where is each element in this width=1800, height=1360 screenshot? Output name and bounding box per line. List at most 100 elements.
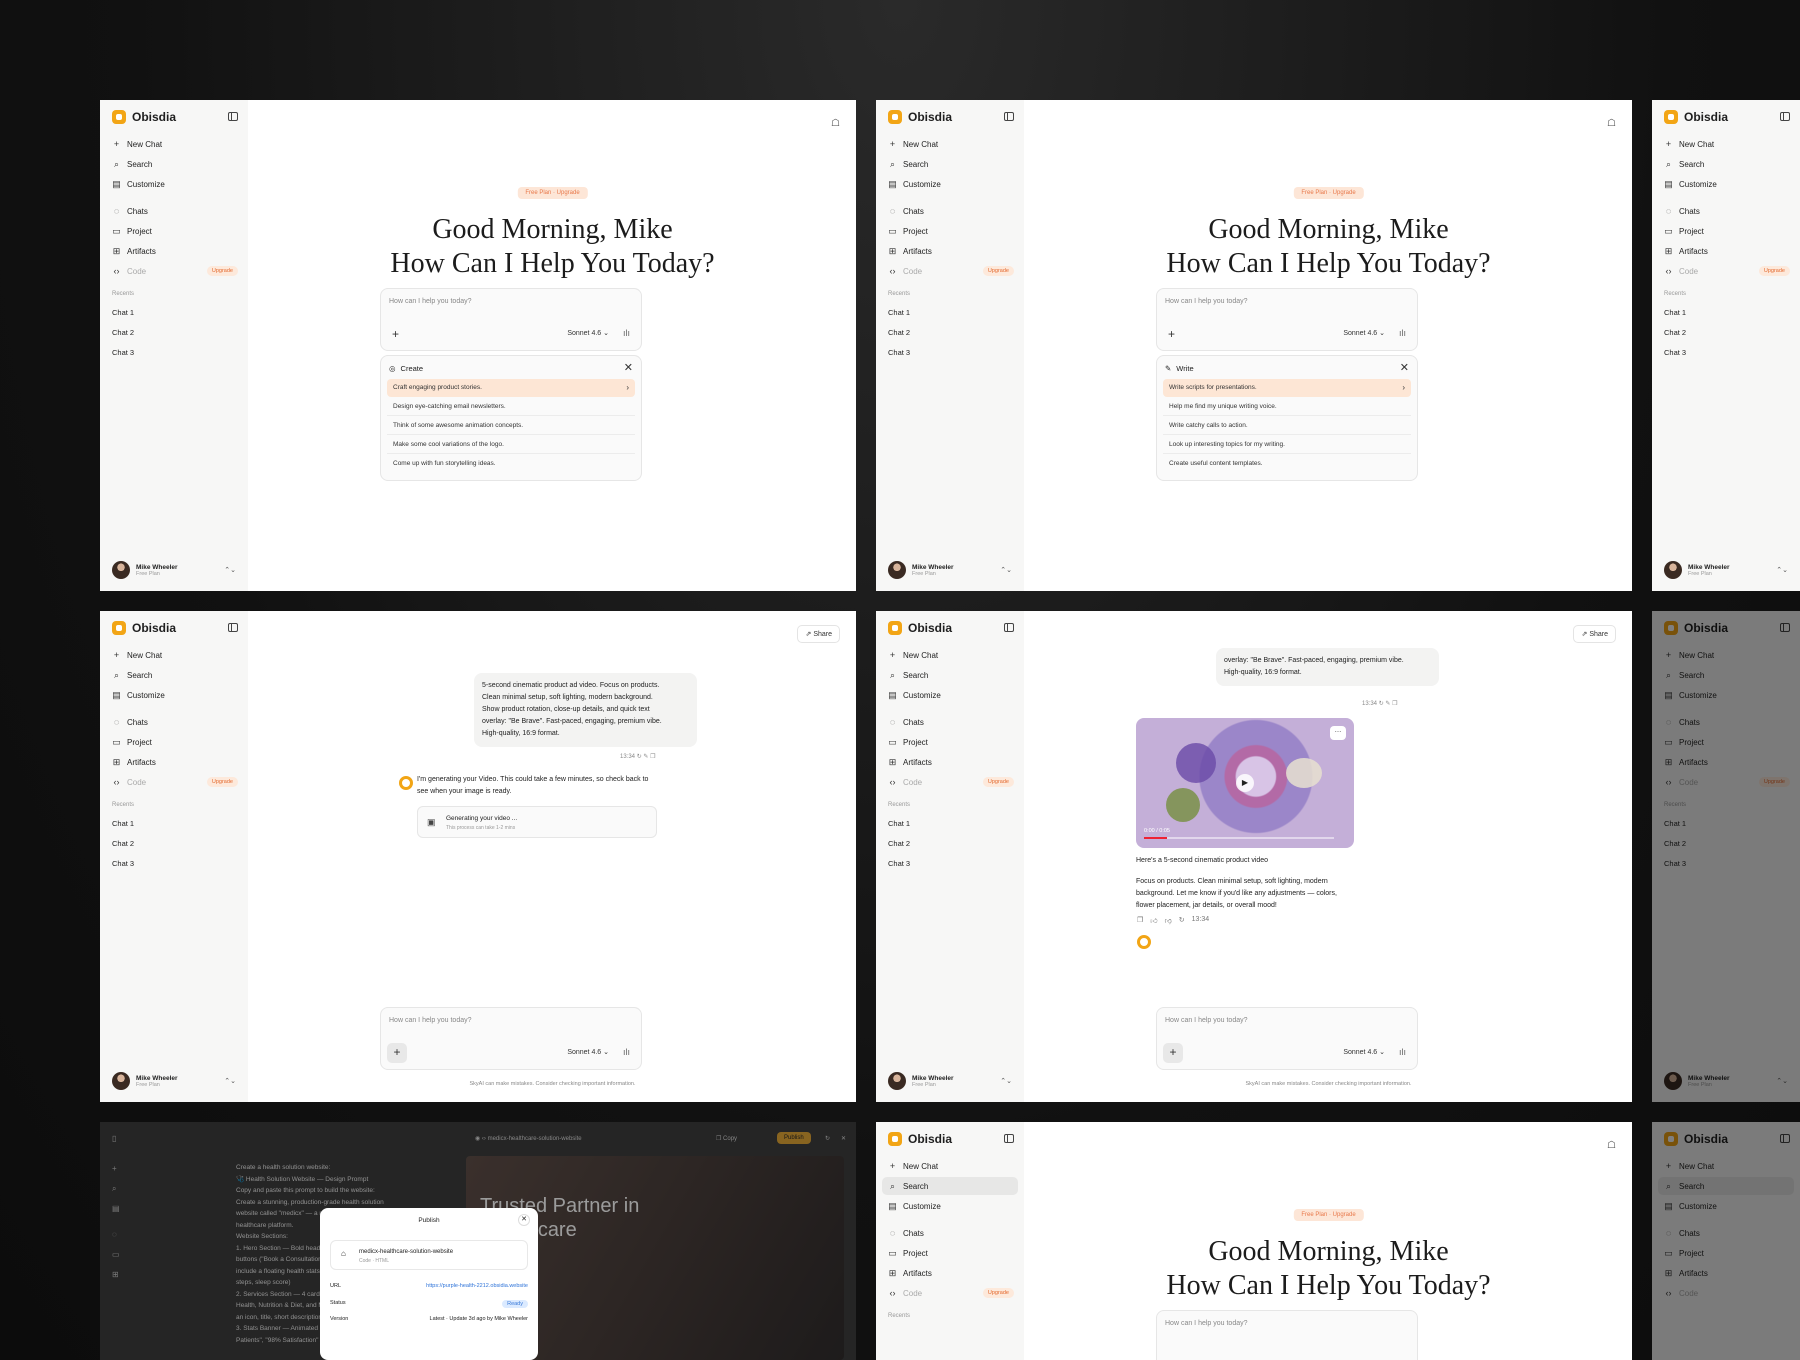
model-select[interactable]: Sonnet 4.6 ⌄ (1343, 329, 1385, 337)
upgrade-badge[interactable]: Upgrade (982, 1288, 1014, 1298)
plan-pill[interactable]: Free Plan · Upgrade (517, 187, 588, 199)
video-player[interactable]: ▶ … 0:00 / 0:05 (1136, 718, 1354, 848)
nav-search[interactable]: ⌕ Search (100, 667, 248, 683)
recent-chat-item[interactable]: Chat 1 (1664, 308, 1686, 317)
nav-search[interactable]: ⌕ Search (1652, 156, 1800, 172)
nav-code[interactable]: ‹› Code Upgrade (876, 774, 1024, 790)
sidebar-toggle-icon[interactable] (1004, 623, 1014, 632)
recent-chat-item[interactable]: Chat 3 (112, 859, 134, 868)
copy-icon[interactable]: ❐ (1137, 916, 1143, 925)
nav-project[interactable]: ▭ Project (876, 734, 1024, 750)
upgrade-badge[interactable]: Upgrade (206, 777, 238, 787)
recent-chat-item[interactable]: Chat 3 (888, 348, 910, 357)
play-icon[interactable]: ▶ (1236, 774, 1254, 792)
plus-icon[interactable]: + (392, 327, 399, 341)
nav-new-chat[interactable]: + New Chat (100, 647, 248, 663)
composer[interactable]: How can I help you today? + Sonnet 4.6 ⌄… (1156, 1007, 1418, 1070)
voice-icon[interactable]: ılı (623, 1047, 630, 1057)
nav-new-chat[interactable]: + New Chat (876, 136, 1024, 152)
ghost-icon[interactable]: ☖ (1607, 1140, 1616, 1151)
recent-chat-item[interactable]: Chat 2 (1664, 328, 1686, 337)
more-icon[interactable]: … (1330, 726, 1346, 740)
user-menu[interactable]: Mike WheelerFree Plan ⌃⌄ (112, 561, 236, 579)
recent-chat-item[interactable]: Chat 1 (112, 308, 134, 317)
upgrade-badge[interactable]: Upgrade (206, 266, 238, 276)
plus-icon[interactable]: + (1168, 327, 1175, 341)
sidebar-toggle-icon[interactable] (228, 112, 238, 121)
upgrade-badge[interactable]: Upgrade (982, 777, 1014, 787)
sidebar-toggle-icon[interactable] (1004, 1134, 1014, 1143)
nav-artifacts[interactable]: ⊞ Artifacts (100, 754, 248, 770)
nav-artifacts[interactable]: ⊞ Artifacts (876, 1265, 1024, 1281)
nav-search[interactable]: ⌕ Search (876, 667, 1024, 683)
nav-code[interactable]: ‹› Code Upgrade (100, 774, 248, 790)
nav-customize[interactable]: ▤ Customize (876, 1198, 1024, 1214)
nav-project[interactable]: ▭ Project (876, 223, 1024, 239)
sidebar-toggle-icon[interactable] (1004, 112, 1014, 121)
suggestion-item[interactable]: Make some cool variations of the logo. (387, 436, 635, 454)
nav-customize[interactable]: ▤ Customize (876, 687, 1024, 703)
thumbs-down-icon[interactable]: 👎︎ (1165, 916, 1172, 925)
nav-search[interactable]: ⌕ Search (100, 156, 248, 172)
copy-icon[interactable]: ❐ (650, 754, 655, 760)
suggestion-item[interactable]: Craft engaging product stories. › (387, 379, 635, 397)
app-logo[interactable]: Obisdia (112, 621, 176, 635)
nav-project[interactable]: ▭ Project (100, 223, 248, 239)
suggestion-item[interactable]: Help me find my unique writing voice. (1163, 398, 1411, 416)
sidebar-toggle-icon[interactable] (228, 623, 238, 632)
nav-customize[interactable]: ▤ Customize (100, 176, 248, 192)
model-select[interactable]: Sonnet 4.6 ⌄ (567, 1048, 609, 1056)
composer[interactable]: How can I help you today? + Sonnet 4.6 ⌄… (1156, 288, 1418, 351)
composer[interactable]: How can I help you today? + Sonnet 4.6 ⌄… (380, 1007, 642, 1070)
url-link[interactable]: https://purple-health-2212.obsidia.websi… (426, 1283, 528, 1289)
voice-icon[interactable]: ılı (623, 328, 630, 338)
nav-code[interactable]: ‹› Code Upgrade (876, 1285, 1024, 1301)
nav-chats[interactable]: ◌ Chats (876, 203, 1024, 219)
suggestion-item[interactable]: Look up interesting topics for my writin… (1163, 436, 1411, 454)
nav-code[interactable]: ‹› Code Upgrade (1652, 263, 1800, 279)
plus-icon[interactable]: + (1163, 1043, 1183, 1063)
share-button[interactable]: ⇗ Share (797, 625, 840, 643)
composer-placeholder[interactable]: How can I help you today? (1165, 298, 1248, 305)
suggestion-item[interactable]: Think of some awesome animation concepts… (387, 417, 635, 435)
recent-chat-item[interactable]: Chat 3 (888, 859, 910, 868)
ghost-icon[interactable]: ☖ (1607, 118, 1616, 129)
upgrade-badge[interactable]: Upgrade (1758, 266, 1790, 276)
close-icon[interactable]: ✕ (518, 1214, 530, 1226)
retry-icon[interactable]: ↻ (1379, 701, 1384, 707)
recent-chat-item[interactable]: Chat 1 (888, 308, 910, 317)
recent-chat-item[interactable]: Chat 2 (112, 839, 134, 848)
recent-chat-item[interactable]: Chat 2 (888, 328, 910, 337)
nav-artifacts[interactable]: ⊞ Artifacts (1652, 243, 1800, 259)
composer[interactable]: How can I help you today? + Sonnet 4.6 ⌄… (380, 288, 642, 351)
voice-icon[interactable]: ılı (1399, 1047, 1406, 1057)
user-menu[interactable]: Mike WheelerFree Plan ⌃⌄ (1664, 561, 1788, 579)
nav-new-chat[interactable]: + New Chat (100, 136, 248, 152)
plus-icon[interactable]: + (387, 1043, 407, 1063)
model-select[interactable]: Sonnet 4.6 ⌄ (1343, 1048, 1385, 1056)
nav-customize[interactable]: ▤ Customize (1652, 176, 1800, 192)
suggestion-item[interactable]: Write catchy calls to action. (1163, 417, 1411, 435)
app-logo[interactable]: Obisdia (1664, 110, 1728, 124)
suggestion-item[interactable]: Create useful content templates. (1163, 455, 1411, 473)
user-menu[interactable]: Mike WheelerFree Plan ⌃⌄ (112, 1072, 236, 1090)
copy-icon[interactable]: ❐ (1392, 701, 1397, 707)
edit-icon[interactable]: ✎ (1385, 701, 1390, 707)
nav-chats[interactable]: ◌ Chats (876, 714, 1024, 730)
nav-new-chat[interactable]: + New Chat (1652, 136, 1800, 152)
recent-chat-item[interactable]: Chat 1 (112, 819, 134, 828)
nav-project[interactable]: ▭ Project (876, 1245, 1024, 1261)
nav-search[interactable]: ⌕ Search (876, 156, 1024, 172)
ghost-icon[interactable]: ☖ (831, 118, 840, 129)
composer-placeholder[interactable]: How can I help you today? (389, 298, 472, 305)
composer[interactable]: How can I help you today? (1156, 1310, 1418, 1360)
composer-placeholder[interactable]: How can I help you today? (1165, 1017, 1248, 1024)
nav-customize[interactable]: ▤ Customize (876, 176, 1024, 192)
suggestion-item[interactable]: Write scripts for presentations. › (1163, 379, 1411, 397)
share-button[interactable]: ⇗ Share (1573, 625, 1616, 643)
nav-artifacts[interactable]: ⊞ Artifacts (876, 754, 1024, 770)
close-icon[interactable]: ✕ (624, 361, 633, 374)
voice-icon[interactable]: ılı (1399, 328, 1406, 338)
composer-placeholder[interactable]: How can I help you today? (389, 1017, 472, 1024)
nav-chats[interactable]: ◌ Chats (100, 203, 248, 219)
